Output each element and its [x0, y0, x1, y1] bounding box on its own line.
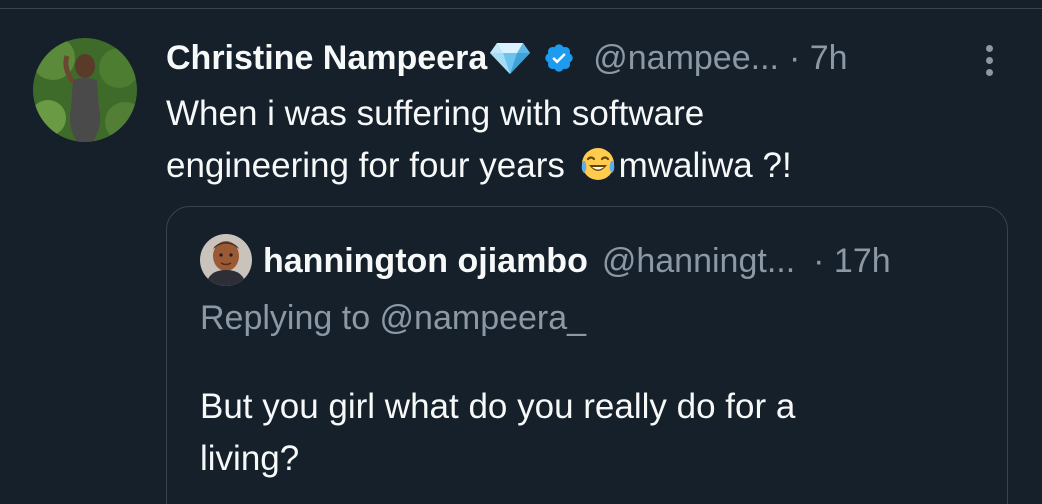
diamond-icon	[489, 41, 531, 75]
tweet-timestamp[interactable]: · 7h	[789, 39, 848, 78]
tweet-text-segment: engineering for four years	[166, 146, 575, 185]
author-avatar[interactable]	[33, 38, 137, 142]
tweet-text-line-2: engineering for four years mwaliwa ?!	[166, 140, 926, 198]
quoted-author-photo	[200, 234, 252, 286]
author-handle[interactable]: @nampee...	[593, 39, 779, 78]
replying-to-label: Replying to @nampeera_	[200, 299, 587, 337]
quoted-tweet-card[interactable]: hannington ojiambo @hanningt... · 17h Re…	[166, 206, 1008, 504]
more-options-icon[interactable]	[975, 40, 1003, 80]
quoted-author-handle[interactable]: @hanningt...	[602, 242, 795, 281]
tweet-text-line-1: When i was suffering with software	[166, 94, 705, 133]
top-divider	[0, 8, 1042, 9]
quoted-author-avatar[interactable]	[200, 234, 252, 286]
quoted-tweet-header: hannington ojiambo @hanningt... · 17h	[263, 237, 891, 285]
tears-of-joy-icon	[579, 145, 617, 198]
quoted-tweet-timestamp[interactable]: · 17h	[813, 242, 891, 281]
verified-badge-icon[interactable]	[543, 42, 575, 74]
tweet-header: Christine Nampeera @nampee... · 7h	[166, 34, 848, 82]
quoted-tweet-text: But you girl what do you really do for a…	[200, 381, 940, 485]
tweet-text-segment: mwaliwa ?!	[618, 146, 792, 185]
quoted-text-line-2: living?	[200, 439, 300, 478]
author-display-name[interactable]: Christine Nampeera	[166, 39, 487, 78]
quoted-author-display-name[interactable]: hannington ojiambo	[263, 242, 588, 281]
quoted-text-line-1: But you girl what do you really do for a	[200, 387, 796, 426]
author-photo	[33, 38, 137, 142]
tweet-text: When i was suffering with software engin…	[166, 88, 926, 198]
